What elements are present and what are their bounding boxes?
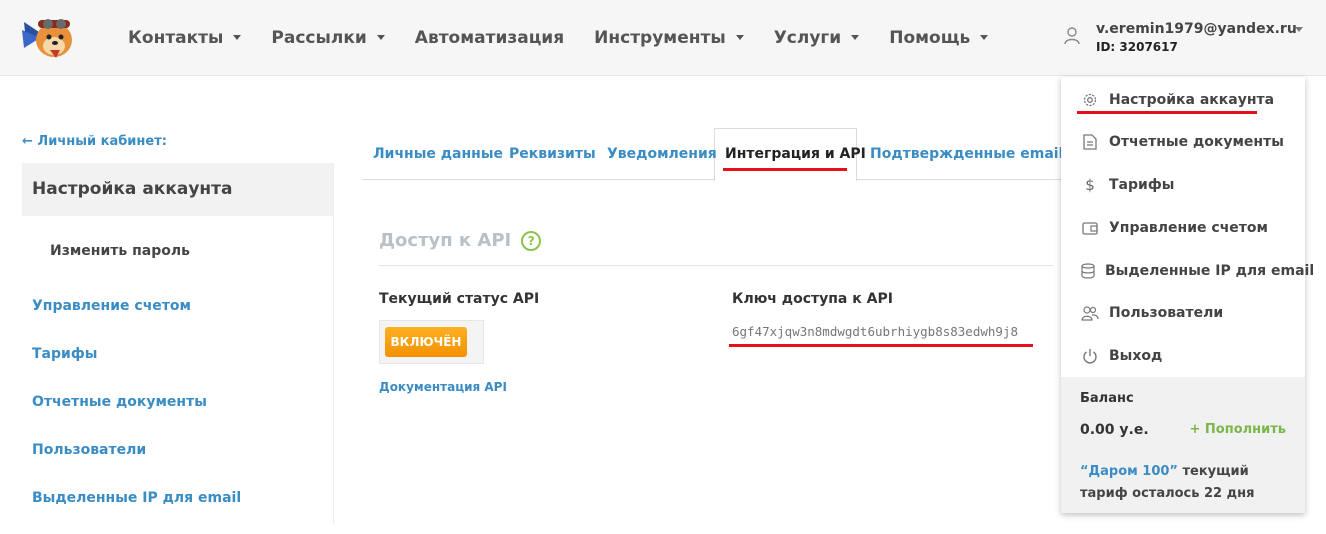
caret-down-icon xyxy=(1295,27,1303,32)
gear-icon xyxy=(1081,91,1099,109)
document-icon xyxy=(1081,133,1099,151)
users-icon xyxy=(1081,304,1099,322)
user-menu-toggle[interactable]: v.eremin1979@yandex.ru ID: 3207617 xyxy=(1062,20,1322,60)
nav-contacts[interactable]: Контакты xyxy=(128,28,242,48)
menu-item-label: Выход xyxy=(1109,348,1163,364)
nav-label: Контакты xyxy=(128,28,224,48)
user-email: v.eremin1979@yandex.ru xyxy=(1096,21,1297,37)
menu-item-label: Отчетные документы xyxy=(1109,134,1284,150)
tariff-name-link[interactable]: “Даром 100” xyxy=(1080,464,1178,479)
top-header: Контакты Рассылки Автоматизация Инструме… xyxy=(0,0,1326,76)
power-icon xyxy=(1081,347,1099,365)
sidebar-item-account-settings[interactable]: Настройка аккаунта xyxy=(22,163,333,216)
sidebar-item-change-password[interactable]: Изменить пароль xyxy=(50,243,190,259)
tariff-info: “Даром 100” текущий тариф осталось 22 дн… xyxy=(1080,461,1290,505)
wallet-icon xyxy=(1081,219,1099,237)
highlight-underline xyxy=(723,168,847,171)
tab-requisites[interactable]: Реквизиты xyxy=(509,146,596,162)
settings-tabs: Личные данные Реквизиты Уведомления Инте… xyxy=(362,128,1063,181)
sidebar-item-reports[interactable]: Отчетные документы xyxy=(32,394,207,410)
menu-item-logout[interactable]: Выход xyxy=(1061,336,1305,376)
tab-integration-api[interactable]: Интеграция и API xyxy=(725,146,866,162)
nav-help[interactable]: Помощь xyxy=(889,28,989,48)
nav-label: Помощь xyxy=(889,28,971,48)
sendpulse-logo-icon[interactable] xyxy=(20,12,76,62)
main-nav: Контакты Рассылки Автоматизация Инструме… xyxy=(128,0,1018,76)
menu-item-label: Выделенные IP для email xyxy=(1105,263,1315,279)
balance-panel: Баланс 0.00 у.е. + Пополнить “Даром 100”… xyxy=(1061,377,1305,513)
caret-down-icon xyxy=(980,34,989,40)
topup-link[interactable]: + Пополнить xyxy=(1189,422,1286,437)
sidebar-item-billing[interactable]: Управление счетом xyxy=(32,298,191,314)
api-status-container: ВКЛЮЧЁН xyxy=(379,320,484,364)
menu-item-users[interactable]: Пользователи xyxy=(1061,293,1305,333)
highlight-underline xyxy=(729,344,1033,347)
account-dropdown-menu: Настройка аккаунта Отчетные документы $ … xyxy=(1061,77,1314,513)
nav-tools[interactable]: Инструменты xyxy=(594,28,744,48)
caret-down-icon xyxy=(233,34,242,40)
menu-item-tariffs[interactable]: $ Тарифы xyxy=(1061,165,1305,205)
menu-item-reports[interactable]: Отчетные документы xyxy=(1061,122,1305,162)
sidebar-item-dedicated-ip[interactable]: Выделенные IP для email xyxy=(32,490,241,506)
api-key-value[interactable]: 6gf47xjqw3n8mdwgdt6ubrhiygb8s83edwh9j8 xyxy=(732,324,1018,339)
sidebar-divider xyxy=(333,163,334,523)
nav-label: Рассылки xyxy=(271,28,367,48)
nav-label: Автоматизация xyxy=(414,28,565,48)
api-section-title: Доступ к API ? xyxy=(379,230,542,251)
caret-down-icon xyxy=(735,34,744,40)
menu-item-account-settings[interactable]: Настройка аккаунта xyxy=(1061,80,1305,120)
user-icon xyxy=(1064,27,1080,49)
caret-down-icon xyxy=(376,34,385,40)
tab-notifications[interactable]: Уведомления xyxy=(607,146,717,162)
caret-down-icon xyxy=(851,34,860,40)
menu-item-label: Настройка аккаунта xyxy=(1109,92,1275,108)
api-title-text: Доступ к API xyxy=(379,230,512,251)
dollar-icon: $ xyxy=(1085,176,1095,194)
tab-confirmed-email[interactable]: Подтвержденные email xyxy=(870,146,1063,162)
sidebar-item-tariffs[interactable]: Тарифы xyxy=(32,346,97,362)
user-id: ID: 3207617 xyxy=(1096,40,1178,54)
api-key-label: Ключ доступа к API xyxy=(732,291,893,307)
menu-item-billing[interactable]: Управление счетом xyxy=(1061,208,1305,248)
balance-label: Баланс xyxy=(1080,391,1134,406)
database-icon xyxy=(1081,262,1095,280)
balance-value: 0.00 у.е. xyxy=(1080,422,1149,438)
nav-services[interactable]: Услуги xyxy=(774,28,860,48)
sidebar-item-users[interactable]: Пользователи xyxy=(32,442,146,458)
help-icon[interactable]: ? xyxy=(521,230,542,251)
section-divider xyxy=(379,265,1054,266)
nav-label: Услуги xyxy=(773,28,842,48)
menu-item-dedicated-ip[interactable]: Выделенные IP для email xyxy=(1061,251,1314,291)
back-to-cabinet-link[interactable]: ← Личный кабинет: xyxy=(22,134,167,149)
menu-item-label: Управление счетом xyxy=(1109,220,1268,236)
tab-personal-data[interactable]: Личные данные xyxy=(373,146,503,162)
highlight-underline xyxy=(1077,111,1257,114)
api-status-toggle-button[interactable]: ВКЛЮЧЁН xyxy=(385,327,467,357)
api-documentation-link[interactable]: Документация API xyxy=(379,380,507,394)
menu-item-label: Пользователи xyxy=(1109,305,1224,321)
nav-label: Инструменты xyxy=(594,28,726,48)
nav-campaigns[interactable]: Рассылки xyxy=(271,28,385,48)
nav-automation[interactable]: Автоматизация xyxy=(415,28,564,48)
api-status-label: Текущий статус API xyxy=(379,291,540,307)
menu-item-label: Тарифы xyxy=(1109,177,1175,193)
